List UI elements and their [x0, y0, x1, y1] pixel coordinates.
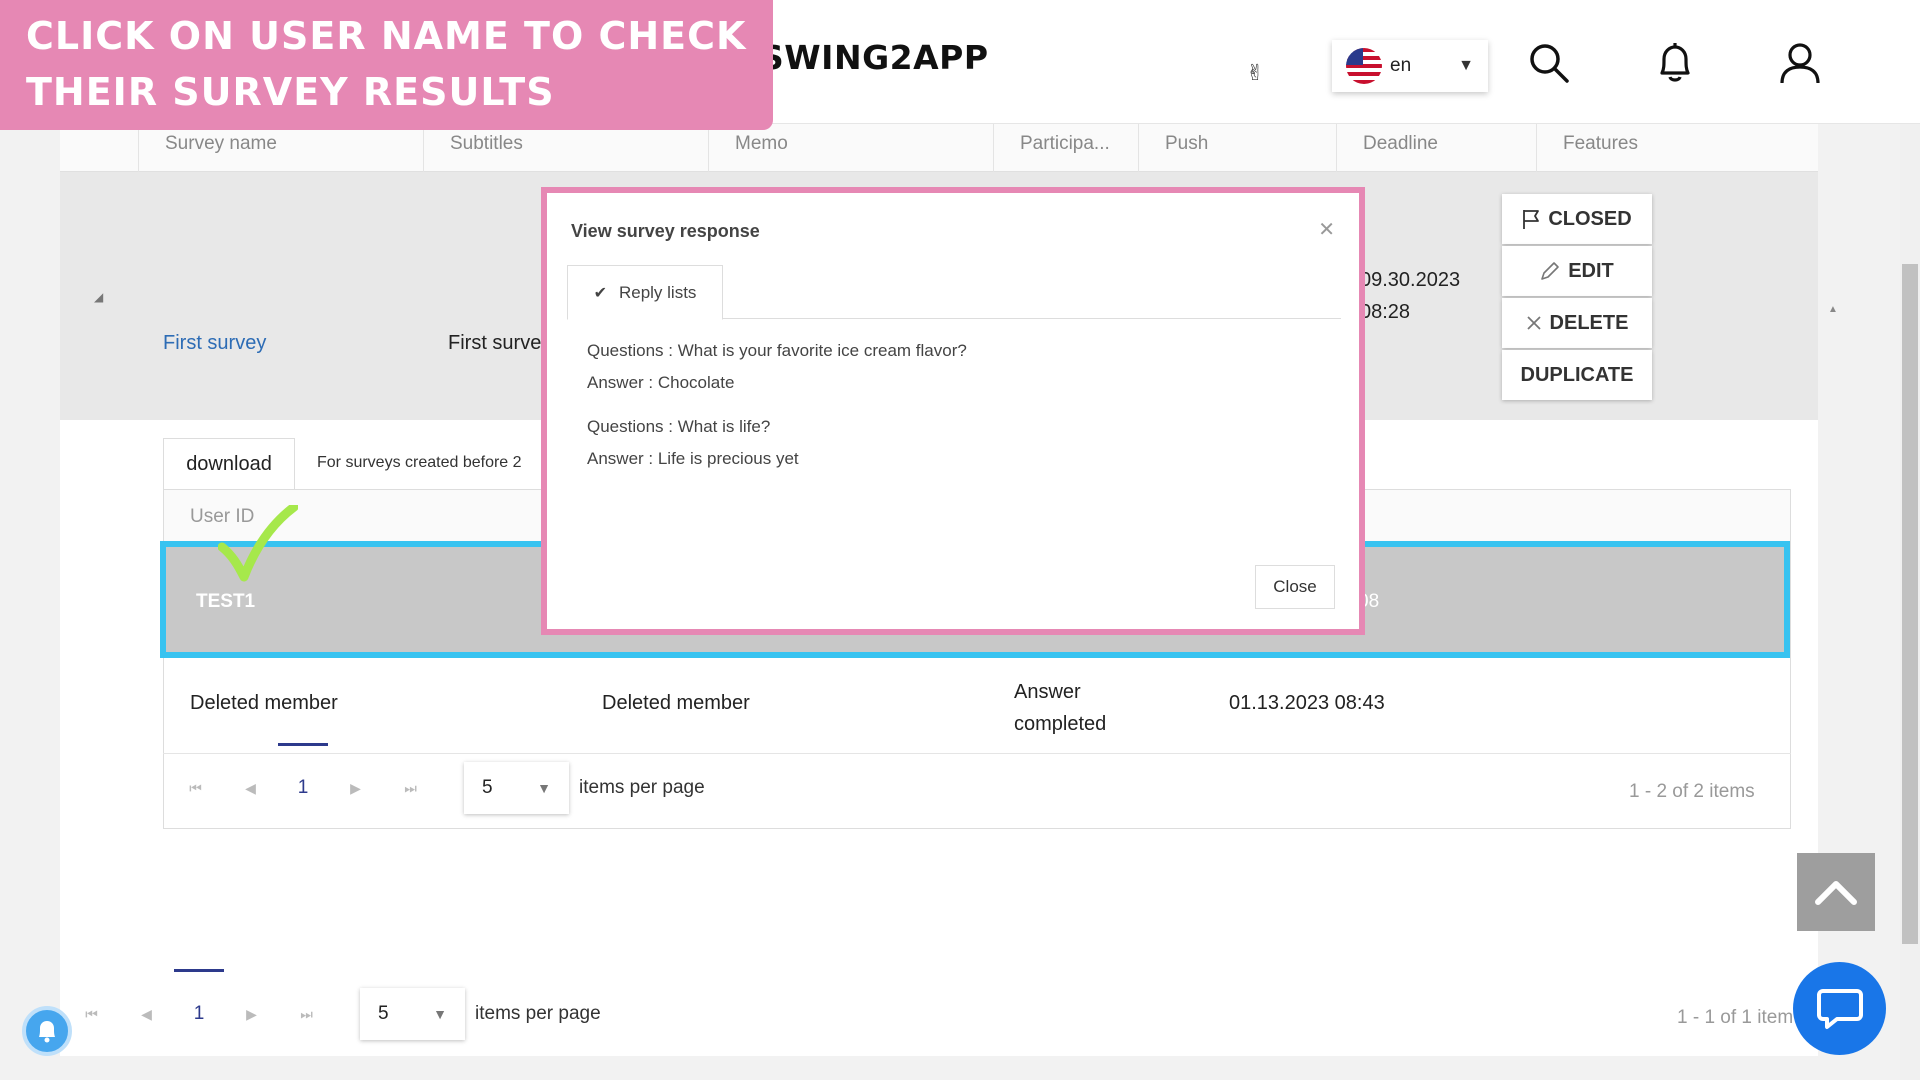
column-push[interactable]: Push [1138, 124, 1336, 172]
qa-question: Questions : What is life? [587, 417, 771, 436]
survey-pager-info: 1 - 1 of 1 item [1677, 1007, 1794, 1028]
notification-bubble[interactable] [22, 1006, 72, 1056]
column-features[interactable]: Features [1536, 124, 1818, 172]
delete-button[interactable]: DELETE [1502, 298, 1652, 348]
first-page-icon[interactable]: ⏮ [168, 780, 223, 797]
survey-pager: ⏮ ◀ 1 ▶ ⏭ 5 ▼ items per page [64, 969, 601, 1040]
flag-icon [1523, 210, 1540, 229]
first-page-icon[interactable]: ⏮ [64, 1006, 119, 1023]
modal-close-button[interactable]: Close [1255, 565, 1335, 609]
delete-label: DELETE [1549, 311, 1629, 334]
survey-grid-header: Survey name Subtitles Memo Participa... … [60, 124, 1818, 172]
survey-subtitle: First surve [448, 332, 542, 354]
page-scrollbar[interactable] [1900, 124, 1920, 1080]
peace-icon[interactable]: ✌ [1246, 60, 1264, 86]
collapse-triangle-icon[interactable]: ◢ [94, 290, 103, 304]
duplicate-label: DUPLICATE [1520, 363, 1634, 386]
page-size-label: items per page [579, 777, 705, 798]
instruction-banner: Click on user name to check their survey… [0, 0, 773, 130]
user-icon[interactable] [1775, 38, 1825, 88]
app-logo[interactable]: SWING2APP [760, 38, 989, 77]
row-date: 01.13.2023 08:43 [1229, 692, 1385, 714]
bell-icon [39, 1021, 55, 1043]
download-note: For surveys created before 2 [317, 454, 522, 471]
closed-label: CLOSED [1548, 207, 1632, 230]
expand-column-header [60, 124, 138, 172]
chevron-down-icon: ▼ [537, 780, 551, 796]
language-select[interactable]: en ▼ [1332, 40, 1488, 92]
language-label: en [1390, 55, 1412, 76]
page-number[interactable]: 1 [278, 743, 328, 799]
row-status-line1: Answer [1014, 681, 1081, 703]
check-icon: ✔ [593, 284, 607, 302]
page-size-select[interactable]: 5 ▼ [464, 762, 569, 814]
page-number[interactable]: 1 [174, 969, 224, 1025]
next-page-icon[interactable]: ▶ [328, 780, 383, 797]
close-icon[interactable]: ✕ [1318, 217, 1335, 242]
edit-button[interactable]: EDIT [1502, 246, 1652, 296]
chevron-down-icon: ▼ [1458, 57, 1474, 74]
deadline-date: 09.30.2023 [1360, 269, 1461, 291]
bell-icon[interactable] [1650, 38, 1700, 88]
table-row[interactable]: Deleted member Deleted member Answer com… [163, 658, 1791, 754]
checkmark-icon [218, 505, 298, 582]
responses-pager: ⏮ ◀ 1 ▶ ⏭ 5 ▼ items per page [168, 743, 705, 814]
chat-button[interactable] [1793, 962, 1886, 1055]
survey-name-link[interactable]: First survey [163, 332, 266, 355]
next-page-icon[interactable]: ▶ [224, 1006, 279, 1023]
tab-label: Reply lists [618, 282, 697, 302]
user-id-test1[interactable]: TEST1 [196, 591, 255, 613]
prev-page-icon[interactable]: ◀ [119, 1006, 174, 1023]
chevron-up-icon [1815, 881, 1857, 905]
page-size-select[interactable]: 5 ▼ [360, 988, 465, 1040]
column-deadline[interactable]: Deadline [1336, 124, 1536, 172]
page-size-value: 5 [378, 1003, 389, 1024]
row-status: Answer completed [1014, 676, 1106, 740]
row-user-id[interactable]: Deleted member [190, 692, 338, 715]
scrollbar-thumb[interactable] [1902, 264, 1918, 944]
column-subtitles[interactable]: Subtitles [423, 124, 708, 172]
duplicate-button[interactable]: DUPLICATE [1502, 350, 1652, 400]
pencil-icon [1541, 262, 1560, 280]
chat-icon [1816, 988, 1863, 1029]
qa-answer: Answer : Life is precious yet [587, 449, 799, 468]
chevron-down-icon: ▼ [433, 1006, 447, 1022]
instruction-text: Click on user name to check their survey… [26, 14, 747, 114]
modal-tabs: ✔ Reply lists [567, 265, 1341, 320]
row-status-line2: completed [1014, 713, 1107, 735]
last-page-icon[interactable]: ⏭ [383, 780, 438, 797]
edit-label: EDIT [1568, 259, 1614, 282]
grid-scroll-up-icon[interactable]: ▲ [1828, 304, 1838, 315]
closed-button[interactable]: CLOSED [1502, 194, 1652, 244]
search-icon[interactable] [1524, 38, 1574, 88]
deadline-time: 08:28 [1360, 301, 1411, 323]
qa-item: Questions : What is your favorite ice cr… [587, 335, 967, 399]
survey-deadline: 09.30.2023 08:28 [1360, 264, 1460, 328]
close-icon [1526, 316, 1541, 330]
qa-question: Questions : What is your favorite ice cr… [587, 341, 967, 360]
prev-page-icon[interactable]: ◀ [223, 780, 278, 797]
responses-pager-info: 1 - 2 of 2 items [1629, 781, 1755, 802]
page-size-value: 5 [482, 777, 493, 798]
column-participants[interactable]: Participa... [993, 124, 1138, 172]
page-size-label: items per page [475, 1003, 601, 1024]
download-button[interactable]: download [163, 438, 295, 490]
column-survey-name[interactable]: Survey name [138, 124, 423, 172]
column-memo[interactable]: Memo [708, 124, 993, 172]
row-user-name: Deleted member [602, 692, 750, 714]
qa-answer: Answer : Chocolate [587, 373, 735, 392]
last-page-icon[interactable]: ⏭ [279, 1006, 334, 1023]
qa-item: Questions : What is life? Answer : Life … [587, 411, 799, 475]
us-flag-icon [1346, 48, 1382, 84]
tab-reply-lists[interactable]: ✔ Reply lists [567, 265, 723, 320]
back-to-top-button[interactable] [1797, 853, 1875, 931]
survey-response-modal: View survey response ✕ ✔ Reply lists Que… [541, 187, 1365, 635]
modal-title: View survey response [571, 221, 760, 241]
